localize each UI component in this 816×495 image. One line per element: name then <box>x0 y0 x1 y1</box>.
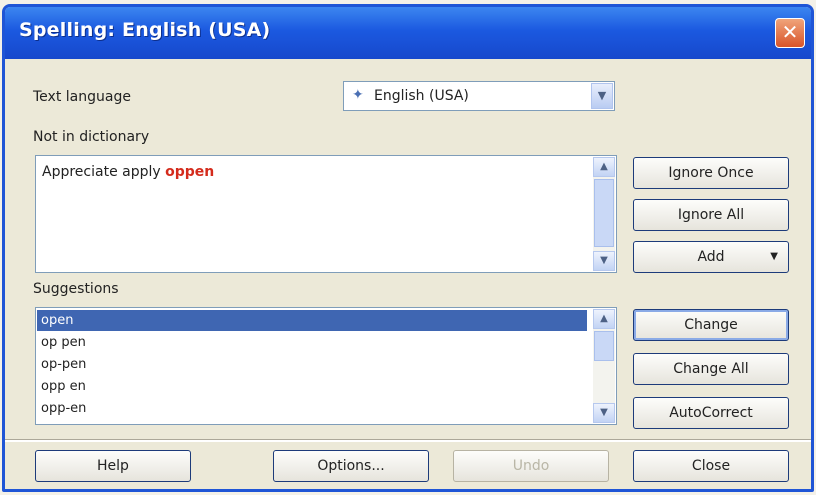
misspelled-word: oppen <box>165 164 215 180</box>
text-language-value: English (USA) <box>374 88 469 104</box>
list-item[interactable]: op pen <box>37 332 587 353</box>
window-title: Spelling: English (USA) <box>19 19 271 41</box>
chevron-down-icon[interactable]: ▼ <box>591 83 613 109</box>
suggestions-scrollbar[interactable]: ▲ ▼ <box>593 309 615 423</box>
change-button[interactable]: Change <box>633 309 789 341</box>
list-item[interactable]: op-pen <box>37 354 587 375</box>
change-all-button[interactable]: Change All <box>633 353 789 385</box>
suggestions-list[interactable]: open op pen op-pen opp en opp-en ▲ ▼ <box>35 307 617 425</box>
list-item[interactable]: open <box>37 310 587 331</box>
sentence-scrollbar[interactable]: ▲ ▼ <box>593 157 615 271</box>
close-button[interactable]: Close <box>633 450 789 482</box>
ignore-once-button[interactable]: Ignore Once <box>633 157 789 189</box>
close-icon[interactable]: ✕ <box>775 18 805 48</box>
flag-icon: ✦ <box>352 87 364 103</box>
help-button[interactable]: Help <box>35 450 191 482</box>
autocorrect-button[interactable]: AutoCorrect <box>633 397 789 429</box>
suggestions-label: Suggestions <box>33 281 119 297</box>
not-in-dictionary-label: Not in dictionary <box>33 129 150 145</box>
add-button[interactable]: Add ▼ <box>633 241 789 273</box>
scroll-up-icon[interactable]: ▲ <box>593 157 615 177</box>
undo-button[interactable]: Undo <box>453 450 609 482</box>
sentence-editor[interactable]: Appreciate apply oppen ▲ ▼ <box>35 155 617 273</box>
title-bar[interactable]: Spelling: English (USA) ✕ <box>5 7 811 59</box>
ignore-all-button[interactable]: Ignore All <box>633 199 789 231</box>
add-button-label: Add <box>697 249 725 265</box>
list-item[interactable]: opp-en <box>37 398 587 419</box>
text-language-select[interactable]: ✦ English (USA) ▼ <box>343 81 615 111</box>
options-button[interactable]: Options... <box>273 450 429 482</box>
sentence-plain-text: Appreciate apply <box>42 164 166 180</box>
scroll-up-icon[interactable]: ▲ <box>593 309 615 329</box>
chevron-down-icon: ▼ <box>770 251 778 262</box>
scroll-thumb[interactable] <box>594 331 614 361</box>
footer-divider <box>5 439 811 442</box>
text-language-label: Text language <box>33 89 131 105</box>
scroll-down-icon[interactable]: ▼ <box>593 403 615 423</box>
list-item[interactable]: opp en <box>37 376 587 397</box>
sentence-text: Appreciate apply oppen <box>42 164 214 180</box>
scroll-down-icon[interactable]: ▼ <box>593 251 615 271</box>
scroll-thumb[interactable] <box>594 179 614 247</box>
spelling-dialog: Spelling: English (USA) ✕ Text language … <box>2 4 814 492</box>
